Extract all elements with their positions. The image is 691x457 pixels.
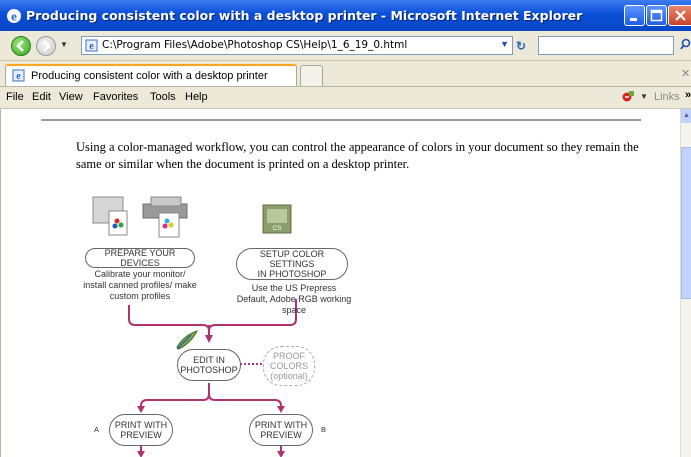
arrow-to-edit: [205, 335, 213, 343]
arrow-down-a: [137, 451, 145, 457]
back-button[interactable]: [11, 36, 31, 56]
setup-color-caption: Use the US Prepress Default, Adobe RGB w…: [236, 283, 352, 315]
title-bar: e Producing consistent color with a desk…: [0, 0, 691, 31]
feather-edit-icon: [176, 330, 198, 350]
history-dropdown-icon[interactable]: ▼: [60, 40, 68, 49]
setup-label-line1: SETUP COLOR SETTINGS: [259, 249, 325, 269]
photoshop-cs-icon: CS: [262, 204, 292, 234]
minimize-icon: [630, 18, 637, 21]
cs-badge-text: CS: [272, 225, 282, 232]
close-icon: [674, 10, 686, 21]
maximize-icon: [650, 9, 663, 22]
address-dropdown-icon[interactable]: ▼: [500, 39, 509, 49]
prepare-devices-caption: Calibrate your monitor/ install canned p…: [83, 269, 197, 301]
prepare-devices-node: PREPARE YOUR DEVICES: [85, 248, 195, 268]
print-a-label-line1: PRINT WITH: [114, 420, 168, 430]
menu-view[interactable]: View: [59, 91, 83, 103]
menu-edit[interactable]: Edit: [32, 91, 51, 103]
svg-text:e: e: [11, 9, 17, 24]
scroll-thumb[interactable]: [681, 147, 691, 299]
address-toolbar: ▼ e C:\Program Files\Adobe\Photoshop CS\…: [0, 31, 691, 61]
svg-text:e: e: [89, 41, 94, 52]
branch-label-b: B: [321, 425, 327, 434]
scroll-up-icon[interactable]: ▲: [681, 109, 691, 123]
arrow-to-print-b: [277, 406, 285, 413]
print-with-preview-a-node: PRINT WITH PREVIEW: [109, 414, 173, 446]
svg-text:e: e: [16, 71, 21, 82]
address-url: C:\Program Files\Adobe\Photoshop CS\Help…: [102, 39, 408, 51]
search-input[interactable]: [538, 36, 674, 55]
maximize-button[interactable]: [646, 5, 667, 26]
links-label[interactable]: Links: [654, 91, 680, 103]
printer-icon: [142, 196, 188, 238]
window-title: Producing consistent color with a deskto…: [26, 8, 583, 23]
monitor-icon: [92, 196, 128, 236]
close-button[interactable]: [668, 5, 691, 26]
forward-button[interactable]: [36, 36, 56, 56]
arrow-to-print-a: [137, 406, 145, 413]
menu-help[interactable]: Help: [185, 91, 208, 103]
edit-in-photoshop-node: EDIT IN PHOTOSHOP: [177, 349, 241, 381]
print-b-label-line2: PREVIEW: [260, 430, 302, 440]
new-tab-button[interactable]: [300, 65, 323, 86]
close-tab-icon[interactable]: ✕: [681, 67, 690, 80]
proof-label-line2: COLORS: [269, 361, 308, 371]
page-content: Using a color-managed workflow, you can …: [0, 109, 680, 457]
print-with-preview-b-node: PRINT WITH PREVIEW: [249, 414, 313, 446]
back-arrow-icon: [16, 40, 24, 52]
vertical-scrollbar[interactable]: ▲: [680, 109, 691, 457]
proof-colors-node: PROOF COLORS (optional): [263, 346, 315, 386]
print-b-label-line1: PRINT WITH: [254, 420, 308, 430]
arrow-down-b: [277, 451, 285, 457]
ie-logo-icon: e: [7, 9, 21, 24]
menu-file[interactable]: File: [6, 91, 24, 103]
refresh-icon[interactable]: ↻: [516, 39, 526, 53]
forward-arrow-icon: [43, 40, 51, 52]
proof-label-line1: PROOF: [272, 351, 305, 361]
setup-label-line2: IN PHOTOSHOP: [257, 269, 327, 279]
tab-bar: e Producing consistent color with a desk…: [0, 61, 691, 87]
search-icon[interactable]: [680, 38, 691, 52]
branch-label-a: A: [94, 425, 100, 434]
menu-tools[interactable]: Tools: [150, 91, 176, 103]
page-icon: e: [85, 39, 98, 52]
tab-label: Producing consistent color with a deskto…: [31, 70, 268, 82]
edit-label-line1: EDIT IN: [193, 355, 225, 365]
setup-color-settings-node: SETUP COLOR SETTINGS IN PHOTOSHOP: [236, 248, 348, 280]
menu-bar: File Edit View Favorites Tools Help ▼ Li…: [0, 87, 691, 109]
page-icon: e: [12, 69, 25, 82]
edit-label-line2: PHOTOSHOP: [180, 365, 238, 375]
toolbar-overflow-chevron[interactable]: »: [685, 89, 691, 101]
tab-current[interactable]: e Producing consistent color with a desk…: [5, 64, 297, 86]
feeds-dropdown-icon[interactable]: ▼: [640, 92, 648, 101]
menu-favorites[interactable]: Favorites: [93, 91, 138, 103]
print-a-label-line2: PREVIEW: [120, 430, 162, 440]
feeds-icon[interactable]: [622, 90, 635, 103]
prepare-devices-label: PREPARE YOUR DEVICES: [104, 248, 176, 268]
proof-label-line3: (optional): [270, 371, 308, 381]
address-field[interactable]: e C:\Program Files\Adobe\Photoshop CS\He…: [81, 36, 513, 55]
minimize-button[interactable]: [624, 5, 645, 26]
